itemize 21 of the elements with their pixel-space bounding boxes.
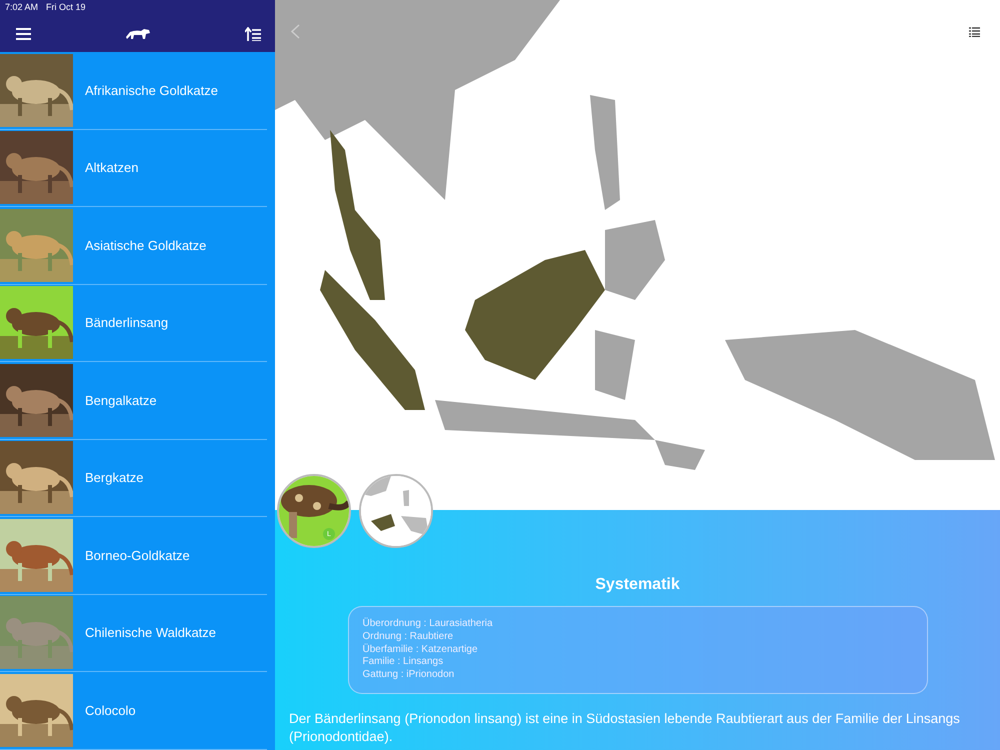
species-row[interactable]: Bergkatze bbox=[0, 440, 267, 517]
taxonomy-line: Ordnung : Raubtiere bbox=[362, 630, 454, 644]
species-row[interactable]: Bengalkatze bbox=[0, 362, 267, 440]
description: Der Bänderlinsang (Prionodon linsang) ist eine in Südostasien lebende Raubtierart aus der Familie der Linsangs (Prionodontidae). bbox=[288, 710, 961, 746]
species-row[interactable]: Bänderlinsang bbox=[0, 284, 267, 362]
species-row[interactable]: Chilenische Waldkatze bbox=[0, 594, 267, 672]
section-title: Systematik bbox=[595, 576, 680, 594]
taxonomy-line: Überfamilie : Katzenartige bbox=[362, 644, 479, 656]
taxonomy-line: Überordnung : Laurasiatheria bbox=[362, 618, 494, 631]
status-date: Fri Oct 19 bbox=[46, 2, 86, 14]
species-row[interactable]: Afrikanische Goldkatze bbox=[0, 52, 267, 130]
species-row[interactable]: Asiatische Goldkatze bbox=[0, 207, 267, 284]
cat-icon bbox=[125, 28, 151, 40]
species-row[interactable]: Altkatzen bbox=[0, 130, 267, 207]
sort-icon[interactable] bbox=[245, 27, 261, 41]
menu-icon[interactable] bbox=[16, 28, 31, 40]
taxonomy-line: Gattung : iPrionodon bbox=[362, 669, 456, 682]
status-time: 7:02 AM bbox=[5, 2, 38, 14]
taxonomy-line: Familie : Linsangs bbox=[362, 656, 444, 670]
species-row[interactable]: Borneo-Goldkatze bbox=[0, 517, 267, 594]
species-row[interactable]: Colocolo bbox=[0, 672, 267, 750]
